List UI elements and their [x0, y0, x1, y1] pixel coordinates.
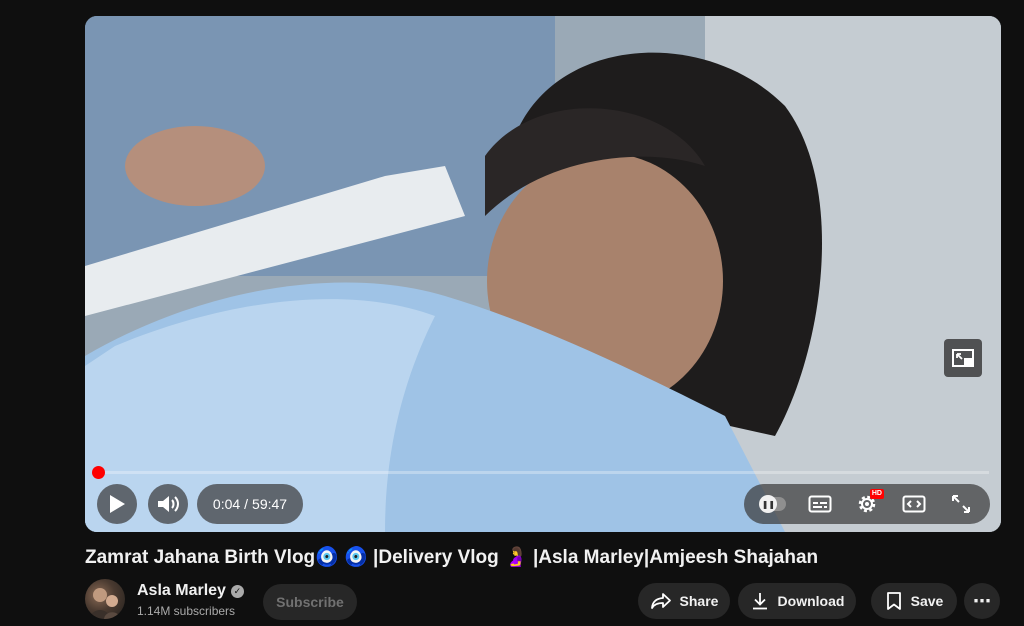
more-actions-button[interactable]: ⋯	[964, 583, 1000, 619]
video-title: Zamrat Jahana Birth Vlog🧿 🧿 |Delivery Vl…	[85, 547, 819, 568]
theater-mode-icon[interactable]	[901, 491, 927, 517]
download-button[interactable]: Download	[738, 583, 856, 619]
progress-bar[interactable]	[91, 466, 989, 479]
current-time: 0:04	[212, 496, 241, 512]
autoplay-track: ❚❚	[759, 495, 787, 513]
save-label: Save	[910, 593, 944, 609]
channel-name-text[interactable]: Asla Marley	[137, 582, 226, 600]
duration: 59:47	[252, 496, 288, 512]
volume-icon	[158, 496, 179, 512]
fullscreen-icon[interactable]	[948, 491, 974, 517]
time-separator: /	[244, 496, 249, 512]
hd-badge: HD	[869, 489, 884, 499]
download-icon	[752, 593, 767, 610]
volume-button[interactable]	[148, 484, 188, 524]
right-controls: ❚❚ HD	[744, 484, 990, 524]
share-label: Share	[679, 593, 719, 609]
channel-avatar[interactable]	[85, 579, 125, 619]
pause-icon: ❚❚	[759, 495, 778, 513]
more-icon: ⋯	[973, 590, 991, 611]
video-frame	[85, 16, 1001, 532]
play-icon	[110, 495, 125, 513]
share-button[interactable]: Share	[638, 583, 730, 619]
time-display: 0:04 / 59:47	[197, 484, 303, 524]
channel-name[interactable]: Asla Marley ✓	[137, 582, 244, 600]
bookmark-icon	[886, 592, 901, 610]
share-icon	[650, 593, 671, 609]
save-button[interactable]: Save	[871, 583, 957, 619]
subscribe-button[interactable]: Subscribe	[263, 584, 357, 620]
autoplay-toggle[interactable]: ❚❚	[759, 491, 787, 517]
miniplayer-icon[interactable]	[944, 339, 982, 377]
subtitles-icon[interactable]	[807, 491, 833, 517]
play-button[interactable]	[97, 484, 137, 524]
settings-gear-icon[interactable]: HD	[854, 489, 884, 517]
download-label: Download	[777, 593, 845, 609]
video-player[interactable]: 0:04 / 59:47 ❚❚ HD	[85, 16, 1001, 532]
progress-scrubber[interactable]	[91, 466, 105, 479]
subscriber-count: 1.14M subscribers	[137, 604, 236, 618]
verified-icon: ✓	[230, 584, 244, 598]
